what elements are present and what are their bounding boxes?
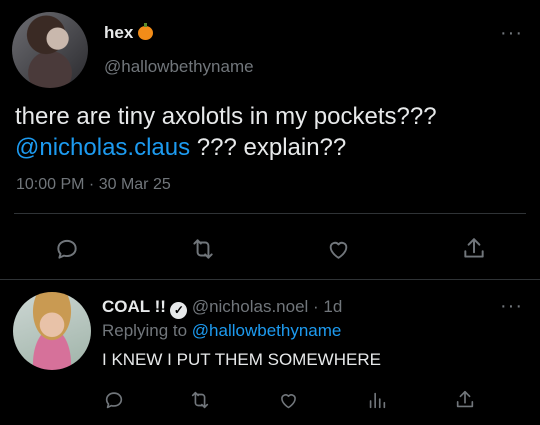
divider (14, 213, 526, 214)
more-dots-icon[interactable]: ··· (500, 22, 523, 45)
tweet-text-rest: ??? explain?? (190, 134, 347, 161)
pumpkin-icon (138, 23, 154, 40)
reply-author-name[interactable]: COAL !! (102, 297, 166, 316)
reply-icon[interactable] (54, 236, 80, 262)
share-icon[interactable] (461, 236, 487, 262)
divider (0, 279, 540, 280)
share-icon[interactable] (454, 389, 476, 411)
tweet-text-line1: there are tiny axolotls in my pockets??? (15, 103, 437, 130)
author-handle[interactable]: @hallowbethyname (104, 57, 254, 77)
author-name[interactable]: hex (104, 23, 133, 42)
retweet-icon[interactable] (188, 389, 212, 411)
tweet-text: there are tiny axolotls in my pockets???… (15, 101, 525, 163)
reply-author-avatar[interactable] (13, 292, 91, 370)
reply-more-dots-icon[interactable]: ··· (500, 295, 523, 318)
reply-icon[interactable] (103, 389, 125, 411)
retweet-icon[interactable] (189, 236, 217, 262)
replying-prefix: Replying to (102, 321, 192, 340)
verified-badge-icon: ✓ (170, 302, 188, 319)
reply-author-handle[interactable]: @nicholas.noel · 1d (192, 297, 343, 316)
like-icon[interactable] (325, 237, 352, 262)
reply-text: I KNEW I PUT THEM SOMEWHERE (102, 350, 381, 369)
like-icon[interactable] (277, 390, 300, 411)
tweet-timestamp[interactable]: 10:00 PM · 30 Mar 25 (16, 176, 171, 194)
views-icon[interactable] (366, 389, 388, 411)
author-name-row[interactable]: hex (104, 23, 154, 43)
reply-header: COAL !! ✓ @nicholas.noel · 1d (102, 297, 342, 319)
author-avatar[interactable] (12, 12, 88, 88)
replying-to: Replying to @hallowbethyname (102, 321, 341, 341)
replying-to-mention[interactable]: @hallowbethyname (192, 321, 342, 340)
mention-link[interactable]: @nicholas.claus (15, 134, 190, 161)
